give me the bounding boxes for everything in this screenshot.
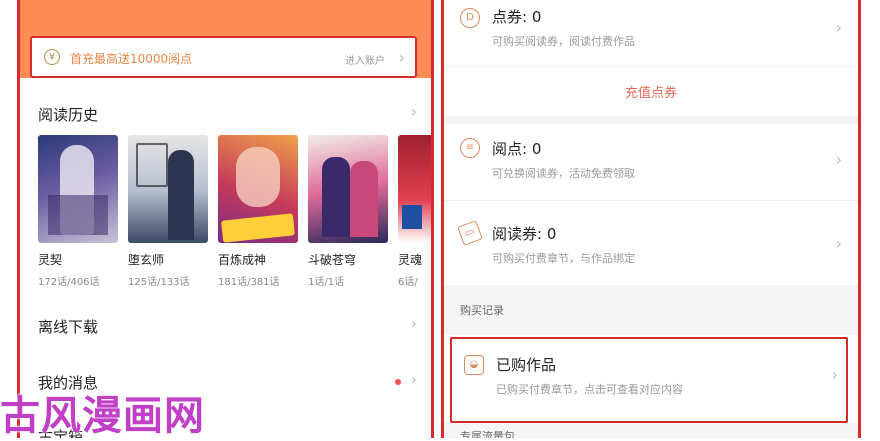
divider [444,200,858,201]
book-card[interactable]: 灵契 172话/406话 [38,135,120,288]
book-progress: 125话/133话 [128,277,190,288]
points-icon: ≡ [460,138,480,158]
book-cover[interactable] [38,135,118,243]
book-progress: 172话/406话 [38,277,100,288]
recharge-coupon-button[interactable]: 充值点券 [444,82,858,101]
chevron-right-icon[interactable]: › [836,234,842,253]
book-card[interactable]: 斗破苍穹 1话/1话 [308,135,390,288]
purchased-works-desc: 已购买付费章节，点击可查看对应内容 [496,383,683,396]
chevron-right-icon[interactable]: › [411,370,417,389]
book-progress: 6话/ [398,277,418,288]
chevron-right-icon[interactable]: › [836,18,842,37]
purchase-records-label: 购买记录 [460,304,504,317]
chevron-right-icon[interactable]: › [411,314,417,333]
book-cover[interactable] [398,135,431,243]
ticket-desc: 可购买付费章节，与作品绑定 [492,252,635,265]
yen-coin-icon: ¥ [44,49,60,65]
data-package-label: 专属流量包 [460,430,515,438]
enter-account-link[interactable]: 进入账户 [345,52,385,67]
book-card[interactable]: 百炼成神 181话/381话 [218,135,300,288]
book-card[interactable]: 堕玄师 125话/133话 [128,135,210,288]
purchased-works-title: 已购作品 [496,356,557,374]
book-cover[interactable] [308,135,388,243]
wallet-panel: D 点券: 0 可购买阅读券，阅读付费作品 › 充值点券 ≡ 阅点: 0 可兑换… [441,0,861,438]
promo-text: 首充最高送10000阅点 [70,52,193,66]
ticket-icon: ▭ [457,220,483,246]
first-recharge-promo[interactable]: ¥ 首充最高送10000阅点 进入账户 › [30,36,417,78]
coupon-coin-icon: D [460,8,480,28]
book-title: 百炼成神 [218,253,267,267]
coupon-balance[interactable]: 点券: 0 [492,6,541,27]
unread-dot [395,379,401,385]
section-gap [444,285,858,335]
chevron-right-icon[interactable]: › [836,150,842,169]
site-watermark: 古风漫画网 [0,393,205,439]
book-title: 灵契 [38,253,63,267]
chevron-right-icon[interactable]: › [411,102,417,121]
points-desc: 可兑换阅读券，活动免费领取 [492,167,635,180]
chevron-right-icon: › [398,48,405,67]
purchased-works-row[interactable]: ◒ 已购作品 已购买付费章节，点击可查看对应内容 › [450,337,848,423]
book-title: 灵魂 [398,253,423,267]
offline-download-title[interactable]: 离线下载 [38,316,98,337]
ticket-balance[interactable]: 阅读券: 0 [492,223,556,244]
bag-icon: ◒ [464,355,484,375]
book-title: 堕玄师 [128,253,165,267]
divider [444,66,858,67]
chevron-right-icon: › [831,365,838,384]
book-progress: 1话/1话 [308,277,345,288]
section-gap [444,116,858,124]
account-panel: ¥ 首充最高送10000阅点 进入账户 › 阅读历史 › 灵契 172话/406… [17,0,434,438]
reading-history-title[interactable]: 阅读历史 [38,104,98,125]
book-card[interactable]: 灵魂 6话/ [398,135,431,288]
book-title: 斗破苍穹 [308,253,357,267]
book-cover[interactable] [218,135,298,243]
book-progress: 181话/381话 [218,277,280,288]
coupon-desc: 可购买阅读券，阅读付费作品 [492,35,635,48]
book-cover[interactable] [128,135,208,243]
points-balance[interactable]: 阅点: 0 [492,138,541,159]
